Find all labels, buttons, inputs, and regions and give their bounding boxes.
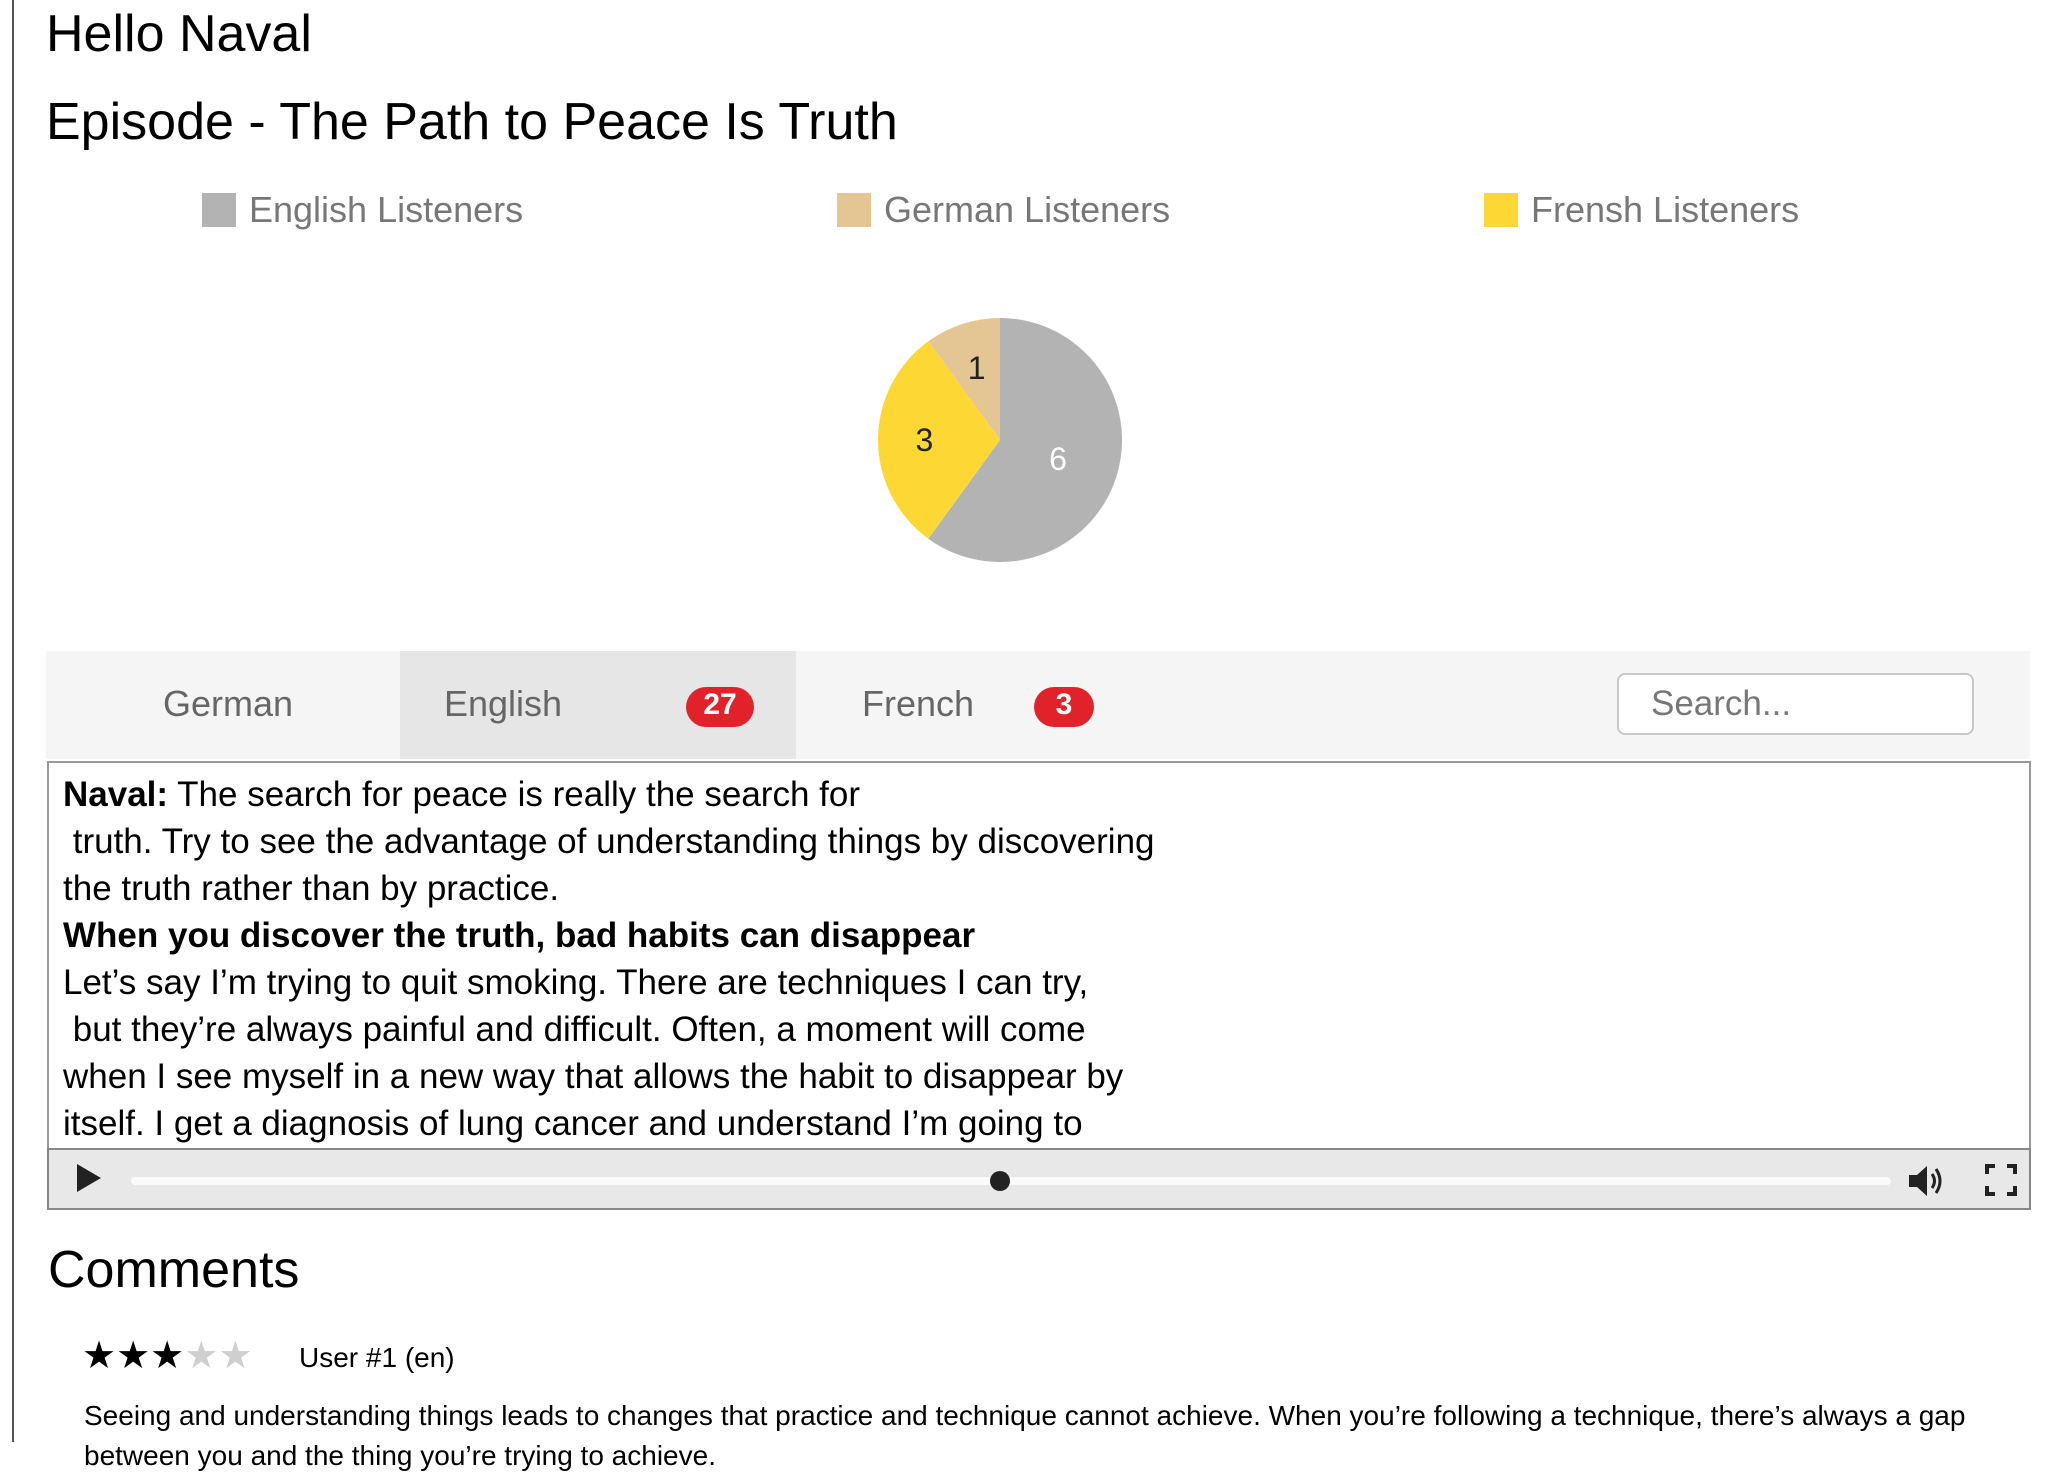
star-filled-icon: ★ <box>82 1335 117 1377</box>
comment-user: User #1 (en) <box>299 1342 455 1373</box>
comment-text: Seeing and understanding things leads to… <box>84 1400 1966 1471</box>
pie-label-german: 1 <box>968 350 986 386</box>
legend-item-german[interactable]: German Listeners <box>837 188 1170 232</box>
transcript-text: Naval: The search for peace is really th… <box>63 771 1155 1147</box>
tab-english-badge: 27 <box>686 687 754 727</box>
star-filled-icon: ★ <box>150 1335 185 1377</box>
transcript-line: but they’re always painful and difficult… <box>63 1010 1086 1049</box>
listeners-pie-chart: 6 31 <box>878 318 1122 562</box>
tab-german-label: German <box>163 683 294 724</box>
tab-french-label: French <box>862 683 975 724</box>
transcript-line: truth. Try to see the advantage of under… <box>63 822 1155 861</box>
legend-label-french: Frensh Listeners <box>1531 189 1800 230</box>
star-filled-icon: ★ <box>116 1335 151 1377</box>
transcript-line: the truth rather than by practice. <box>63 869 560 908</box>
transcript-line: itself. I get a diagnosis of lung cancer… <box>63 1104 1083 1143</box>
legend-swatch-french <box>1484 193 1518 227</box>
transcript-line: when I see myself in a new way that allo… <box>63 1057 1124 1096</box>
comments-heading: Comments <box>48 1241 300 1299</box>
volume-icon[interactable] <box>1907 1163 1947 1199</box>
audio-player <box>47 1148 2031 1210</box>
legend-label-english: English Listeners <box>249 189 524 230</box>
transcript-line: Let’s say I’m trying to quit smoking. Th… <box>63 963 1089 1002</box>
tab-french[interactable]: French 3 <box>796 651 1150 759</box>
legend-item-english[interactable]: English Listeners <box>202 188 523 232</box>
transcript-panel[interactable]: Naval: The search for peace is really th… <box>47 761 2031 1149</box>
fullscreen-icon[interactable] <box>1985 1164 2017 1196</box>
tab-french-badge: 3 <box>1034 687 1094 727</box>
star-empty-icon: ★ <box>218 1335 253 1377</box>
tab-english[interactable]: English 27 <box>400 651 796 759</box>
legend-swatch-german <box>837 193 871 227</box>
seek-bar[interactable] <box>131 1171 1891 1191</box>
play-icon[interactable] <box>77 1164 101 1192</box>
speaker-name: Naval: <box>63 775 169 814</box>
chart-legend: English Listeners German Listeners Frens… <box>0 188 2070 232</box>
tab-german[interactable]: German <box>46 651 400 759</box>
transcript-line: The search for peace is really the searc… <box>168 775 860 814</box>
pie-label-frensh: 3 <box>915 422 933 458</box>
pie-label-english: 6 <box>1049 441 1067 477</box>
search-input[interactable] <box>1617 673 1974 735</box>
star-empty-icon: ★ <box>184 1335 219 1377</box>
legend-item-french[interactable]: Frensh Listeners <box>1484 188 1799 232</box>
legend-swatch-english <box>202 193 236 227</box>
transcript-section-heading: When you discover the truth, bad habits … <box>63 916 976 955</box>
legend-label-german: German Listeners <box>884 189 1171 230</box>
seek-thumb[interactable] <box>990 1171 1011 1191</box>
comment-rating: ★★★★★ <box>82 1332 252 1380</box>
tab-english-label: English <box>444 683 563 724</box>
greeting-heading: Hello Naval <box>46 5 312 63</box>
episode-title: Episode - The Path to Peace Is Truth <box>46 93 898 151</box>
